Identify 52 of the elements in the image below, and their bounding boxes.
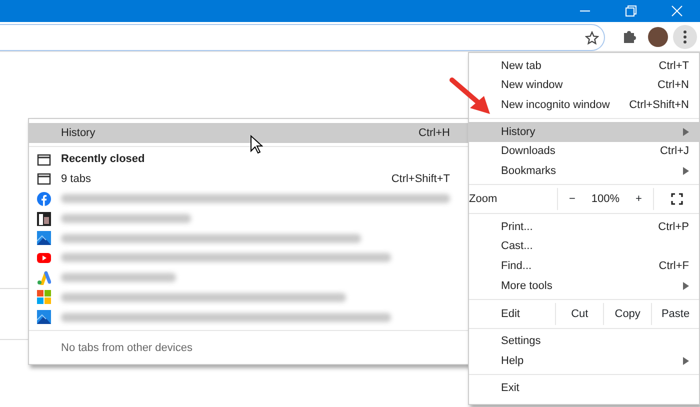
menu-item[interactable]: Downloads Ctrl+J — [469, 142, 699, 162]
menu-item[interactable]: New window Ctrl+N — [469, 76, 699, 96]
f-logo-icon — [37, 192, 51, 206]
menu-icon[interactable] — [673, 24, 698, 49]
menu-item[interactable]: Settings — [469, 332, 699, 352]
menu-item[interactable]: Print... Ctrl+P — [469, 217, 699, 237]
submenu-arrow-icon — [683, 128, 689, 136]
mountain-icon — [37, 231, 51, 246]
history-entry[interactable]: 9 tabs Ctrl+Shift+T — [29, 169, 472, 190]
shortcut-text: Ctrl+F — [658, 259, 689, 274]
shortcut-text: Ctrl+T — [658, 58, 689, 74]
zoom-level: 100% — [591, 192, 620, 207]
cursor-icon — [250, 135, 263, 154]
zoom-out-button[interactable]: − — [569, 190, 576, 208]
avatar-icon[interactable] — [648, 26, 668, 47]
shortcut-text: Ctrl+N — [658, 78, 689, 94]
submenu-arrow-icon — [683, 167, 689, 176]
mountain-icon — [37, 310, 51, 324]
edit-button[interactable]: Copy — [603, 302, 652, 325]
zoom-label: Zoom — [469, 192, 498, 207]
submenu-arrow-icon — [683, 357, 689, 366]
edit-label: Edit — [500, 306, 521, 322]
zoom-in-button[interactable]: + — [636, 190, 642, 208]
info-text: No tabs from other devices — [60, 340, 194, 356]
menu-item[interactable]: Find... Ctrl+F — [469, 256, 699, 276]
shortcut-text: Ctrl+Shift+T — [391, 172, 450, 187]
shortcut-text: Ctrl+P — [658, 220, 689, 235]
edit-button[interactable]: Cut — [555, 302, 604, 325]
menu-item[interactable]: History — [469, 122, 699, 142]
four-squares-icon — [37, 290, 51, 304]
edit-button[interactable]: Paste — [651, 302, 699, 325]
shortcut-text: Ctrl+J — [660, 144, 689, 160]
shortcut-text: Ctrl+H — [418, 126, 450, 141]
ads-logo-icon — [37, 270, 51, 285]
star-icon[interactable] — [584, 30, 598, 44]
submenu-arrow-icon — [683, 282, 689, 290]
menu-item[interactable]: Help — [469, 352, 699, 372]
shortcut-text: Ctrl+Shift+N — [629, 98, 689, 113]
book-icon — [37, 212, 51, 226]
menu-item[interactable]: Cast... — [469, 236, 699, 256]
window-icon — [37, 172, 51, 186]
window-icon — [37, 152, 51, 167]
menu-item[interactable]: Recently closed — [29, 150, 472, 170]
menu-item[interactable]: Bookmarks — [469, 161, 699, 182]
menu-item[interactable]: More tools — [469, 276, 699, 296]
menu-item[interactable]: Exit — [469, 378, 699, 398]
fullscreen-icon[interactable] — [670, 193, 682, 206]
entry-title: 9 tabs — [61, 172, 91, 187]
menu-item[interactable]: New tab Ctrl+T — [469, 56, 699, 76]
play-icon — [37, 250, 51, 265]
section-heading: Recently closed — [61, 152, 145, 168]
menu-item[interactable]: New incognito window Ctrl+Shift+N — [469, 95, 699, 116]
